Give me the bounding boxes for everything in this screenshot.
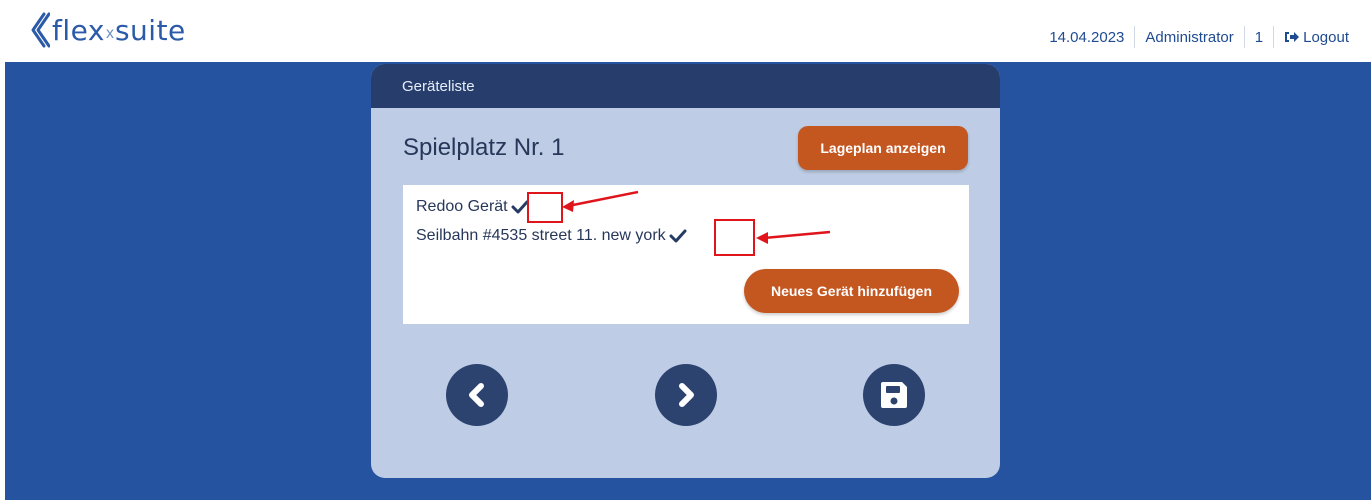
user-count: 1 [1254,28,1264,46]
annotation-box [527,192,563,223]
device-name: Redoo Gerät [416,198,508,215]
floppy-disk-icon [881,382,907,408]
annotation-box [714,219,755,256]
logo-text-x: x [105,25,114,42]
logo-bracket-icon [31,12,50,48]
page-title: Spielplatz Nr. 1 [403,134,565,161]
app-header: flex x suite 14.04.2023 Administrator 1 … [0,0,1371,62]
check-icon [669,229,687,243]
panel-header: Geräteliste [371,64,1000,108]
logo-text-suite: suite [114,13,186,47]
chevron-left-icon [469,383,484,407]
divider [1134,26,1136,48]
sign-out-icon [1285,32,1300,42]
annotation-arrow [756,230,831,244]
header-status-bar: 14.04.2023 Administrator 1 Logout [1049,26,1349,48]
user-name[interactable]: Administrator [1145,29,1233,46]
add-device-button[interactable]: Neues Gerät hinzufügen [744,269,959,313]
flexsuite-logo[interactable]: flex x suite [28,10,186,50]
check-icon [511,200,529,214]
previous-button[interactable] [446,364,508,426]
list-item[interactable]: Seilbahn #4535 street 11. new york [416,227,687,245]
logout-link[interactable]: Logout [1284,29,1349,46]
divider [1243,26,1245,48]
next-button[interactable] [655,364,717,426]
save-button[interactable] [863,364,925,426]
chevron-right-icon [679,383,694,407]
device-list-panel: Geräteliste Spielplatz Nr. 1 Lageplan an… [371,64,1000,478]
panel-heading: Geräteliste [402,77,475,95]
list-item[interactable]: Redoo Gerät [416,198,529,216]
logo-text-flex: flex [52,13,105,47]
show-site-plan-button[interactable]: Lageplan anzeigen [798,126,968,170]
device-name: Seilbahn #4535 street 11. new york [416,227,666,244]
divider [1273,26,1275,48]
device-list: Redoo Gerät Seilbahn #4535 street 11. ne… [403,185,969,324]
logout-label: Logout [1303,28,1349,46]
current-date: 14.04.2023 [1049,28,1125,46]
annotation-arrow [562,190,639,212]
